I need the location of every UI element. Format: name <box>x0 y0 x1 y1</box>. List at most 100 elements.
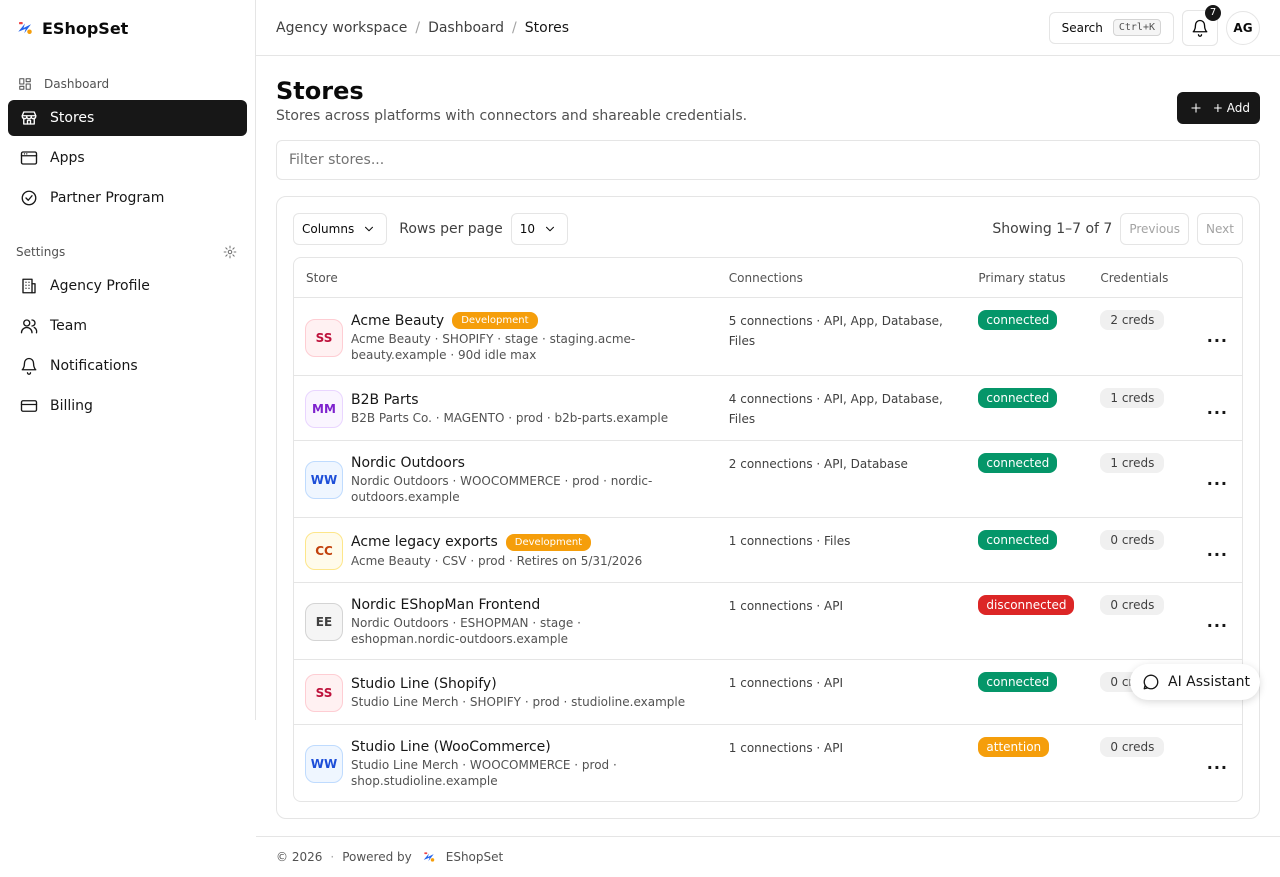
credentials-badge[interactable]: 1 creds <box>1100 388 1165 408</box>
status-badge: disconnected <box>978 595 1075 615</box>
users-icon <box>20 317 38 335</box>
previous-page-button[interactable]: Previous <box>1120 213 1190 245</box>
sidebar-item-apps[interactable]: Apps <box>8 140 247 176</box>
column-header-credentials[interactable]: Credentials <box>1088 258 1181 298</box>
store-platform-avatar: SS <box>305 318 343 357</box>
row-actions-button[interactable]: ... <box>1207 327 1228 346</box>
credentials-cell: 1 creds <box>1088 441 1181 518</box>
status-cell: connected <box>966 298 1089 376</box>
columns-label: Columns <box>302 222 355 236</box>
gear-icon[interactable] <box>221 243 239 261</box>
column-header-primary-status[interactable]: Primary status <box>966 258 1089 298</box>
connections-cell: 2 connections · API, Database <box>716 441 967 518</box>
breadcrumb-dashboard[interactable]: Dashboard <box>428 20 504 36</box>
sidebar-item-billing[interactable]: Billing <box>8 388 247 424</box>
table-row[interactable]: EE Nordic EShopMan Frontend Nordic Outdoor… <box>294 583 1242 660</box>
table-row[interactable]: MM B2B Parts B2B Parts Co. · MAGENTO · pro… <box>294 376 1242 441</box>
status-cell: attention <box>966 725 1088 801</box>
table-row[interactable]: CC Acme legacy exports Development Acme Bea… <box>294 518 1242 583</box>
credentials-cell: 0 creds <box>1088 725 1180 801</box>
settings-label: Settings <box>16 245 66 259</box>
credentials-cell: 0 creds <box>1088 583 1181 660</box>
rows-per-page-label: Rows per page <box>399 221 503 237</box>
connections-text: 1 connections · API <box>728 599 844 613</box>
store-name[interactable]: B2B Parts <box>351 392 419 408</box>
status-cell: connected <box>966 660 1089 725</box>
rows-per-page-value: 10 <box>519 222 536 236</box>
sidebar-item-notifications[interactable]: Notifications <box>8 348 247 384</box>
row-actions-button[interactable]: ... <box>1207 754 1228 773</box>
chevron-down-icon <box>541 220 559 238</box>
connections-text: 5 connections · API, App, Database, File… <box>728 314 943 348</box>
next-page-button[interactable]: Next <box>1197 213 1243 245</box>
credentials-badge[interactable]: 2 creds <box>1100 310 1165 330</box>
notification-count-badge: 7 <box>1205 4 1221 21</box>
columns-button[interactable]: Columns <box>293 213 388 245</box>
credentials-badge[interactable]: 0 creds <box>1100 530 1165 550</box>
credentials-badge[interactable]: 0 creds <box>1100 595 1165 615</box>
connections-text: 1 connections · API <box>728 676 844 690</box>
sidebar-item-partner-program[interactable]: Partner Program <box>8 180 247 216</box>
filter-stores-input[interactable] <box>276 140 1260 180</box>
sidebar-item-label: Agency Profile <box>50 278 150 294</box>
table-row[interactable]: SS Acme Beauty Development Acme Beauty · SH… <box>294 298 1242 376</box>
store-name[interactable]: Nordic Outdoors <box>351 455 465 471</box>
message-circle-icon <box>1142 673 1160 691</box>
row-actions-button[interactable]: ... <box>1207 541 1228 560</box>
status-cell: connected <box>966 441 1089 518</box>
connections-text: 4 connections · API, App, Database, File… <box>728 392 943 426</box>
table-row[interactable]: SS Studio Line (Shopify) Studio Line Merch… <box>294 660 1242 725</box>
connections-cell: 4 connections · API, App, Database, File… <box>716 376 967 441</box>
sidebar-item-team[interactable]: Team <box>8 308 247 344</box>
store-name[interactable]: Studio Line (Shopify) <box>351 676 497 692</box>
store-name[interactable]: Studio Line (WooCommerce) <box>351 739 551 755</box>
notifications-button[interactable]: 7 <box>1182 4 1221 46</box>
credentials-badge[interactable]: 1 creds <box>1100 453 1165 473</box>
store-icon <box>20 109 38 127</box>
sidebar-item-label: Billing <box>50 398 93 414</box>
store-name[interactable]: Acme Beauty <box>351 313 444 329</box>
actions-cell: ... <box>1180 725 1242 801</box>
user-avatar[interactable]: AG <box>1226 10 1260 45</box>
bell-icon <box>20 357 38 375</box>
main-content: Stores Stores across platforms with conn… <box>276 56 1260 819</box>
sidebar-item-label: Apps <box>50 150 85 166</box>
row-actions-button[interactable]: ... <box>1207 612 1228 631</box>
sidebar-item-stores[interactable]: Stores <box>8 100 247 136</box>
column-header-store[interactable]: Store <box>294 258 717 298</box>
search-button[interactable]: Search Ctrl+K <box>1048 11 1174 44</box>
sidebar-item-label: Partner Program <box>50 190 165 206</box>
column-header-connections[interactable]: Connections <box>716 258 967 298</box>
ai-assistant-button[interactable]: AI Assistant <box>1130 664 1260 700</box>
connections-cell: 1 connections · Files <box>716 518 967 583</box>
store-platform-avatar: SS <box>305 674 343 712</box>
credentials-badge[interactable]: 0 creds <box>1100 737 1165 757</box>
breadcrumb-agency-workspace[interactable]: Agency workspace <box>276 20 407 36</box>
footer-brand[interactable]: EShopSet <box>446 850 503 864</box>
sidebar-item-dashboard[interactable]: Dashboard <box>0 72 255 96</box>
status-cell: connected <box>966 376 1089 441</box>
add-store-button[interactable]: + Add <box>1176 92 1260 124</box>
breadcrumb-separator: / <box>415 19 421 36</box>
store-meta: Acme Beauty · SHOPIFY · stage · staging.… <box>351 332 636 362</box>
search-shortcut: Ctrl+K <box>1112 19 1161 36</box>
status-badge: connected <box>978 310 1058 330</box>
table-row[interactable]: WW Nordic Outdoors Nordic Outdoors · WOOCO… <box>294 441 1242 518</box>
row-actions-button[interactable]: ... <box>1207 470 1228 489</box>
connections-text: 2 connections · API, Database <box>728 457 908 471</box>
store-name[interactable]: Nordic EShopMan Frontend <box>351 597 540 613</box>
rows-per-page-select[interactable]: 10 <box>510 213 569 245</box>
footer-separator: · <box>330 850 335 864</box>
sidebar-item-agency-profile[interactable]: Agency Profile <box>8 268 247 304</box>
store-platform-avatar: CC <box>305 532 343 570</box>
connections-cell: 1 connections · API <box>716 583 967 660</box>
store-name[interactable]: Acme legacy exports <box>351 534 498 550</box>
sidebar-item-label: Team <box>50 318 88 334</box>
row-actions-button[interactable]: ... <box>1207 399 1228 418</box>
settings-section-header: Settings <box>0 242 255 262</box>
brand[interactable]: EShopSet <box>0 0 255 56</box>
connections-cell: 5 connections · API, App, Database, File… <box>716 298 967 376</box>
footer: © 2026 · Powered by EShopSet <box>256 836 1280 877</box>
table-row[interactable]: WW Studio Line (WooCommerce) Studio Line M… <box>294 725 1242 801</box>
bell-icon <box>1191 19 1209 37</box>
